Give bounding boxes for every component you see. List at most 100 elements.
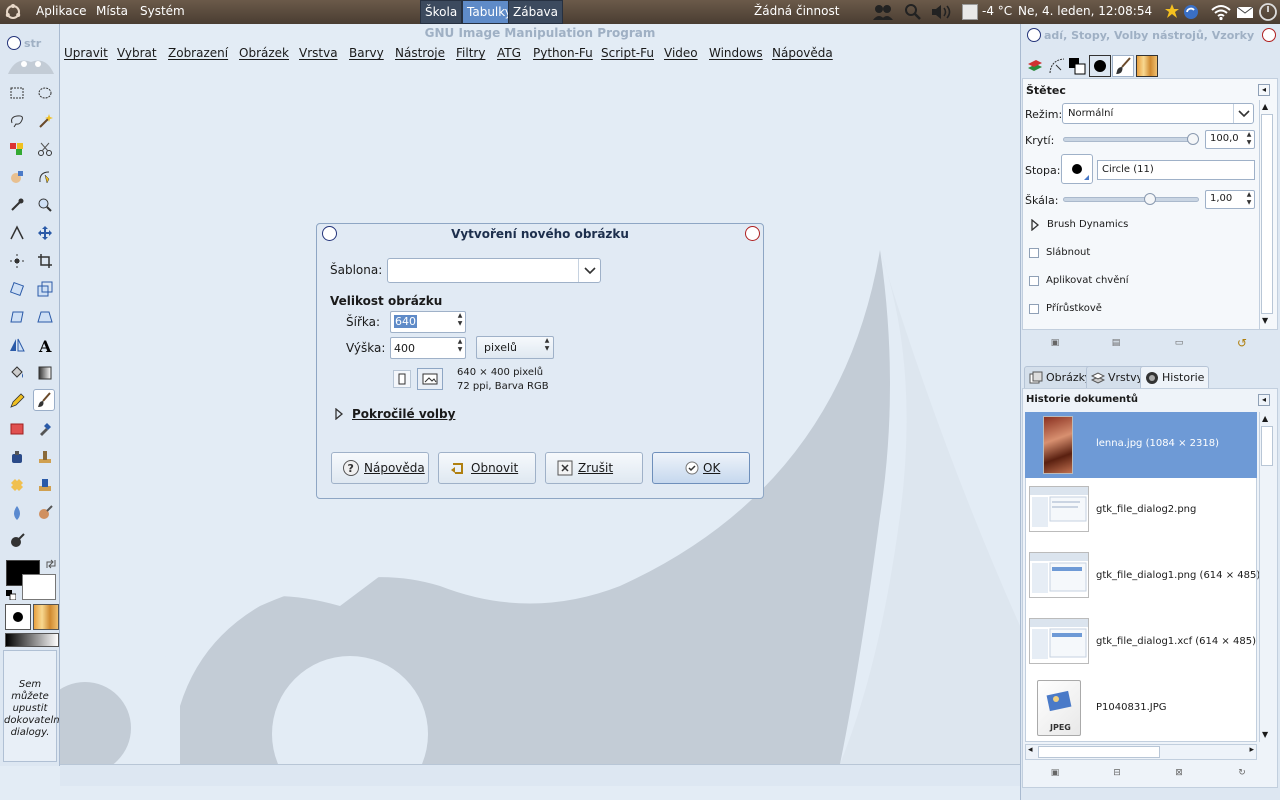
fade-checkbox[interactable] — [1029, 248, 1039, 258]
opacity-slider-knob[interactable] — [1187, 133, 1199, 145]
measure-tool-icon[interactable] — [6, 222, 28, 244]
brushes-dock-tab-icon[interactable] — [1089, 55, 1111, 77]
heal-tool-icon[interactable] — [6, 474, 28, 496]
tool-options-tab-icon[interactable] — [1112, 55, 1134, 77]
menu-vybrat[interactable]: Vybrat — [117, 46, 157, 60]
template-combo[interactable] — [387, 258, 601, 283]
fuzzy-select-tool-icon[interactable] — [34, 110, 56, 132]
paintbrush-tool-icon[interactable] — [33, 389, 55, 411]
ok-button[interactable]: OK — [652, 452, 750, 484]
dock-close-button[interactable] — [1262, 28, 1276, 42]
scissors-select-tool-icon[interactable] — [34, 138, 56, 160]
clone-tool-icon[interactable] — [34, 446, 56, 468]
clock[interactable]: Ne, 4. leden, 12:08:54 — [1018, 4, 1152, 18]
delete-options-icon[interactable]: ▭ — [1169, 334, 1189, 352]
ubuntu-logo-icon[interactable] — [4, 3, 22, 24]
scrollbar-thumb[interactable] — [1261, 114, 1273, 314]
search-icon[interactable] — [904, 3, 922, 24]
menu-script-fu[interactable]: Script-Fu — [601, 46, 654, 60]
history-item-gtk-dialog2[interactable]: gtk_file_dialog2.png — [1025, 478, 1257, 544]
free-select-tool-icon[interactable] — [6, 110, 28, 132]
menu-vrstva[interactable]: Vrstva — [299, 46, 338, 60]
height-value[interactable]: 400 — [394, 342, 415, 355]
incremental-checkbox[interactable] — [1029, 304, 1039, 314]
menu-upravit[interactable]: Upravit — [64, 46, 108, 60]
opacity-field[interactable]: 100,0 ▲ ▼ — [1205, 130, 1255, 149]
history-item-gtk-dialog1-xcf[interactable]: gtk_file_dialog1.xcf (614 × 485) — [1025, 610, 1257, 676]
scroll-left-icon[interactable]: ◂ — [1028, 745, 1033, 755]
menu-filtry[interactable]: Filtry — [456, 46, 485, 60]
reset-button[interactable]: Obnovit — [438, 452, 536, 484]
history-item-lenna[interactable]: lenna.jpg (1084 × 2318) — [1025, 412, 1257, 478]
toolbox-window-button[interactable] — [7, 36, 21, 50]
menu-video[interactable]: Video — [664, 46, 698, 60]
opacity-slider[interactable] — [1063, 137, 1199, 142]
help-button[interactable]: ? Nápověda — [331, 452, 429, 484]
perspective-tool-icon[interactable] — [34, 306, 56, 328]
colors-dock-tab-icon[interactable] — [1066, 55, 1088, 77]
scroll-up-icon[interactable]: ▲ — [1262, 102, 1268, 111]
remove-entry-icon[interactable]: ⊟ — [1107, 764, 1127, 782]
width-value[interactable]: 640 — [394, 315, 417, 328]
users-icon[interactable] — [872, 3, 894, 24]
dock-window-button[interactable] — [1027, 28, 1041, 42]
wifi-icon[interactable] — [1210, 3, 1232, 24]
flip-tool-icon[interactable] — [6, 334, 28, 356]
dodge-burn-tool-icon[interactable] — [6, 530, 28, 552]
volume-icon[interactable] — [930, 3, 952, 24]
menu-system[interactable]: Systém — [140, 4, 185, 18]
move-tool-icon[interactable] — [34, 222, 56, 244]
menu-atg[interactable]: ATG — [497, 46, 521, 60]
align-tool-icon[interactable] — [6, 250, 28, 272]
scrollbar-thumb[interactable] — [1261, 426, 1273, 466]
brush-preview[interactable] — [5, 604, 31, 630]
height-field[interactable]: 400 ▲ ▼ — [390, 337, 466, 359]
expander-arrow-icon[interactable] — [334, 407, 344, 423]
default-colors-icon[interactable] — [6, 590, 17, 601]
shear-tool-icon[interactable] — [6, 306, 28, 328]
history-vertical-scrollbar[interactable]: ▲ ▼ — [1259, 412, 1274, 742]
color-picker-tool-icon[interactable] — [6, 194, 28, 216]
cancel-button[interactable]: Zrušit — [545, 452, 643, 484]
workspace-skola[interactable]: Škola — [420, 0, 463, 24]
open-image-icon[interactable]: ▣ — [1045, 764, 1065, 782]
blur-tool-icon[interactable] — [6, 502, 28, 524]
history-horizontal-scrollbar[interactable]: ◂ ▸ — [1025, 744, 1257, 760]
scale-slider[interactable] — [1063, 197, 1199, 202]
workspace-zabava[interactable]: Zábava — [508, 0, 563, 24]
width-spin-arrows[interactable]: ▲ ▼ — [455, 312, 465, 332]
update-icon[interactable] — [1182, 3, 1200, 24]
patterns-dock-tab-icon[interactable] — [1136, 55, 1158, 77]
expander-arrow-icon[interactable] — [1030, 218, 1040, 234]
panel-menu-icon[interactable]: ◂ — [1258, 394, 1270, 406]
restore-options-icon[interactable]: ▤ — [1106, 334, 1126, 352]
scale-field[interactable]: 1,00 ▲ ▼ — [1205, 190, 1255, 209]
rotate-tool-icon[interactable] — [6, 278, 28, 300]
scrollbar-thumb[interactable] — [1038, 746, 1160, 758]
panel-menu-icon[interactable]: ◂ — [1258, 84, 1270, 96]
brush-name-field[interactable]: Circle (11) — [1097, 160, 1255, 180]
scale-tool-icon[interactable] — [34, 278, 56, 300]
menu-barvy[interactable]: Barvy — [349, 46, 384, 60]
tab-history[interactable]: Historie — [1140, 366, 1210, 388]
dock-drop-zone[interactable]: Sem můžete upustit dokovateln dialogy. — [3, 650, 60, 762]
mode-combo[interactable]: Normální — [1062, 103, 1254, 124]
menu-windows[interactable]: Windows — [709, 46, 763, 60]
brush-dynamics-expander[interactable]: Brush Dynamics — [1047, 219, 1128, 230]
smudge-tool-icon[interactable] — [34, 502, 56, 524]
menu-applications[interactable]: Aplikace — [36, 4, 87, 18]
pencil-tool-icon[interactable] — [6, 390, 28, 412]
paths-tool-icon[interactable] — [34, 166, 56, 188]
foreground-select-tool-icon[interactable] — [6, 166, 28, 188]
pattern-preview[interactable] — [33, 604, 59, 630]
jitter-checkbox[interactable] — [1029, 276, 1039, 286]
scroll-right-icon[interactable]: ▸ — [1249, 745, 1254, 755]
paths-dock-tab-icon[interactable] — [1046, 55, 1068, 77]
tab-layers[interactable]: Vrstvy — [1086, 366, 1149, 388]
history-item-p1040831[interactable]: JPEG P1040831.JPG — [1025, 676, 1257, 742]
scale-spin-arrows[interactable]: ▲ ▼ — [1244, 191, 1254, 208]
menu-obrazek[interactable]: Obrázek — [239, 46, 289, 60]
height-spin-arrows[interactable]: ▲ ▼ — [455, 338, 465, 358]
swap-colors-icon[interactable] — [45, 558, 57, 570]
text-tool-icon[interactable]: A — [34, 334, 56, 356]
